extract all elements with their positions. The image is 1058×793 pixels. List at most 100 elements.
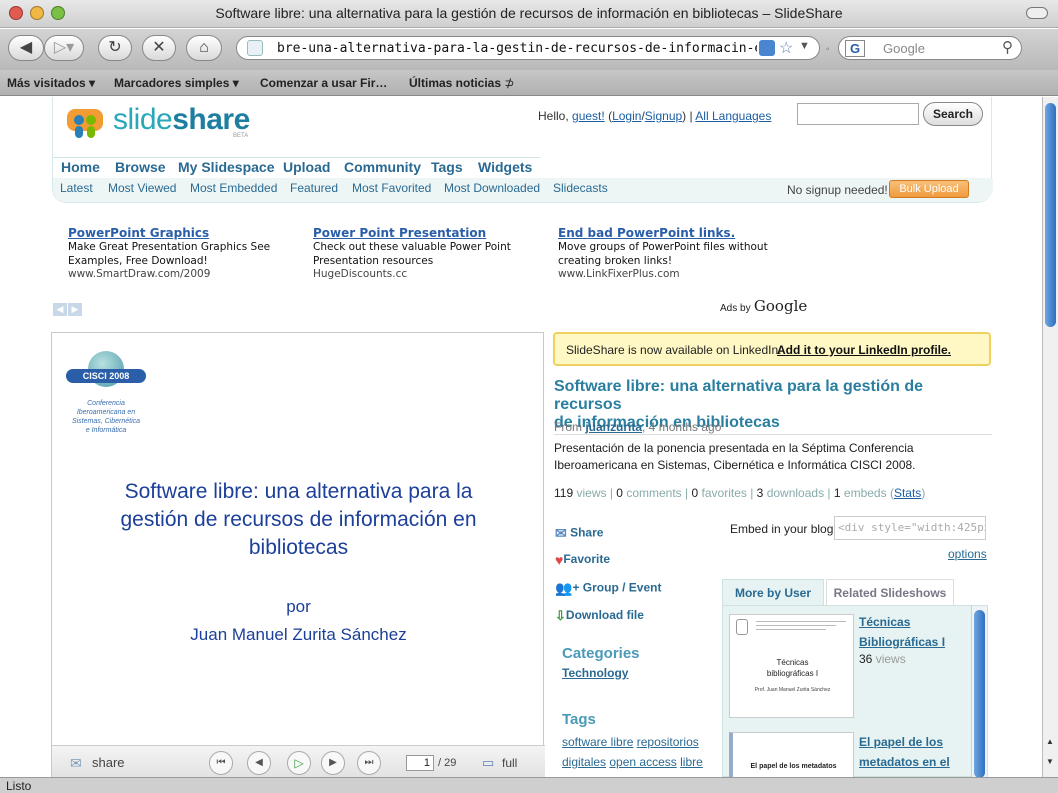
linkedin-link[interactable]: Add it to your LinkedIn profile. [777,343,951,357]
related-scrollbar[interactable] [971,606,987,777]
subnav-most-embedded[interactable]: Most Embedded [190,181,277,195]
scroll-down-arrow-icon[interactable]: ▼ [1046,757,1054,766]
ad-prev-icon[interactable]: ◀ [53,303,67,316]
slideshare-logo-icon[interactable] [67,105,107,139]
signup-link[interactable]: Signup [645,109,682,123]
bookmark-marcadores-simples[interactable]: Marcadores simples ▾ [114,76,239,90]
tab-community[interactable]: Community [344,159,421,175]
magnifier-icon[interactable]: ⚲ [1002,38,1013,56]
tab-browse[interactable]: Browse [115,159,166,175]
fullscreen-link[interactable]: full [502,756,517,770]
home-button[interactable]: ⌂ [186,35,222,61]
forward-button[interactable]: ▷▾ [44,35,84,61]
related-title-line: Bibliográficas I [859,635,946,649]
ad-url[interactable]: HugeDiscounts.cc [313,268,553,280]
tab-related-slideshows[interactable]: Related Slideshows [826,579,954,605]
author-link[interactable]: juanzurita [585,420,642,434]
tag-link[interactable]: digitales [562,755,606,769]
bookmark-star-icon[interactable]: ☆ [779,38,793,58]
reload-button[interactable]: ↻ [98,35,132,61]
related-thumbnail[interactable]: El papel de los metadatos [729,732,854,777]
search-placeholder[interactable]: Google [883,41,925,56]
stop-button[interactable]: ✕ [142,35,176,61]
tag-link[interactable]: software libre [562,735,633,749]
page-scroll-thumb[interactable] [1045,103,1056,327]
all-languages-link[interactable]: All Languages [695,109,771,123]
site-search-button[interactable]: Search [923,102,983,126]
fullscreen-icon[interactable]: ▭ [482,755,494,771]
tab-my-slidespace[interactable]: My Slidespace [178,159,275,175]
url-dropdown-icon[interactable]: ▼ [799,40,810,52]
share-action[interactable]: ✉ Share [555,525,603,542]
slide-title-line: bibliotecas [248,536,349,559]
ad-title-link[interactable]: Power Point Presentation [313,226,553,240]
bookmark-mas-visitados[interactable]: Más visitados ▾ [7,76,95,90]
bulk-upload-button[interactable]: Bulk Upload [889,180,969,198]
subnav-most-downloaded[interactable]: Most Downloaded [444,181,540,195]
tag-link[interactable]: repositorios [637,735,699,749]
favorite-action[interactable]: ♥Favorite [555,552,610,568]
ad-title-link[interactable]: End bad PowerPoint links. [558,226,798,240]
player-share-link[interactable]: share [92,755,125,770]
comments-count: 0 [616,486,623,500]
category-technology-link[interactable]: Technology [562,666,628,680]
linkedin-notice: SlideShare is now available on LinkedIn.… [553,332,991,366]
related-title-link[interactable]: Técnicas Bibliográficas I [859,612,945,652]
thumb-header-rule [756,625,836,626]
logo-wordmark[interactable]: slideshare [113,103,250,137]
url-text[interactable]: bre-una-alternativa-para-la-gestin-de-re… [277,41,757,56]
subnav-most-favorited[interactable]: Most Favorited [352,181,431,195]
page-scrollbar[interactable]: ▲ ▼ [1042,97,1058,777]
views-count: 119 [554,486,574,500]
description-line: Iberoamericana en Sistemas, Cibernética … [554,458,916,472]
ad-url[interactable]: www.LinkFixerPlus.com [558,268,798,280]
slide-player[interactable]: CISCI 2008 Conferencia Iberoamericana en… [51,332,545,777]
ad-title-link[interactable]: PowerPoint Graphics [68,226,308,240]
prev-slide-icon[interactable]: ◀ [247,751,271,775]
related-thumbnail[interactable]: Técnicas bibliográficas I Prof. Juan Manu… [729,614,854,718]
tab-home[interactable]: Home [61,159,100,175]
home-icon: ⌂ [199,39,209,56]
tab-tags[interactable]: Tags [431,159,463,175]
search-engine-box[interactable]: G Google ⚲ [838,36,1022,60]
group-action[interactable]: 👥+ Group / Event [555,580,661,597]
guest-link[interactable]: guest! [572,109,605,123]
player-controls: ✉ share ⏮ ◀ ▷ ▶ ⏭ 1 / 29 ▭ full [52,745,545,777]
rss-feed-icon[interactable] [759,40,775,56]
tag-link[interactable]: libre [680,755,703,769]
bookmark-comenzar[interactable]: Comenzar a usar Fir… [260,76,387,90]
url-bar[interactable]: bre-una-alternativa-para-la-gestin-de-re… [236,36,820,60]
site-search-input[interactable] [797,103,919,125]
related-scroll-thumb[interactable] [974,610,985,777]
subnav-most-viewed[interactable]: Most Viewed [108,181,176,195]
back-button[interactable]: ◀ [8,35,44,61]
stats-link[interactable]: Stats [894,486,921,500]
logo-bold: share [172,103,250,136]
tab-widgets[interactable]: Widgets [478,159,532,175]
page-number-input[interactable]: 1 [406,755,434,771]
bookmark-ultimas-noticias[interactable]: Últimas noticias ⊅ [409,76,514,90]
toolbar-toggle-button[interactable] [1026,7,1048,19]
tab-more-by-user[interactable]: More by User [722,579,824,605]
subnav-latest[interactable]: Latest [60,181,93,195]
next-slide-icon[interactable]: ▶ [321,751,345,775]
play-icon[interactable]: ▷ [287,751,311,775]
login-link[interactable]: Login [612,109,641,123]
first-slide-icon[interactable]: ⏮ [209,751,233,775]
subnav-slidecasts[interactable]: Slidecasts [553,181,608,195]
ad-next-icon[interactable]: ▶ [68,303,82,316]
scroll-up-arrow-icon[interactable]: ▲ [1046,737,1054,746]
last-slide-icon[interactable]: ⏭ [357,751,381,775]
related-title-link[interactable]: El papel de los metadatos en el [859,732,950,772]
google-engine-icon[interactable]: G [845,40,865,57]
subnav-featured[interactable]: Featured [290,181,338,195]
embed-options-link[interactable]: options [948,547,987,561]
share-envelope-icon[interactable]: ✉ [70,755,82,772]
tag-link[interactable]: open access [609,755,676,769]
ads-by-google[interactable]: Ads by Google [720,297,807,315]
ad-url[interactable]: www.SmartDraw.com/2009 [68,268,308,280]
embed-code-input[interactable]: <div style="width:425px;t [834,516,986,540]
download-action[interactable]: ⇩Download file [555,608,644,624]
share-action-label: Share [570,525,604,540]
tab-upload[interactable]: Upload [283,159,330,175]
